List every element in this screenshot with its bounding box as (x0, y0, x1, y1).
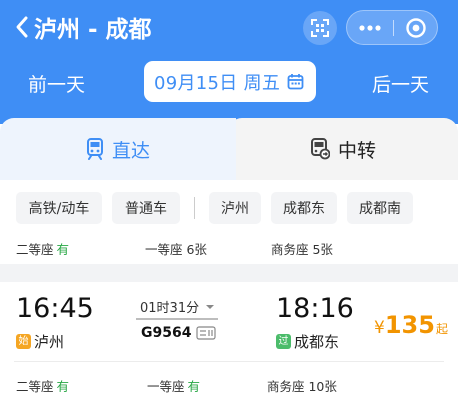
list-gap (0, 264, 458, 282)
summary-seat-second: 二等座有 (16, 239, 69, 258)
qr-scan-icon (311, 19, 329, 37)
filter-chip-station-luzhou[interactable]: 泸州 (209, 192, 261, 224)
transfer-train-icon (310, 138, 330, 160)
seat-label: 二等座 (16, 242, 54, 257)
arrive-time: 18:16 (276, 293, 354, 324)
mini-program-capsule (346, 10, 438, 45)
arrive-station: 过 成都东 (276, 331, 339, 352)
seat-label: 一等座 (147, 379, 185, 394)
tab-direct-label: 直达 (111, 139, 150, 162)
filter-divider (194, 197, 195, 219)
seat-label: 二等座 (16, 379, 54, 394)
duration[interactable]: 01时31分 (140, 297, 216, 316)
more-button[interactable] (347, 11, 393, 44)
depart-station: 始 泸州 (16, 331, 64, 352)
tab-transfer[interactable]: 中转 (228, 118, 458, 180)
seat-status: 有 (56, 379, 70, 394)
back-chevron-icon (16, 16, 28, 38)
duration-line (136, 318, 218, 320)
back-button[interactable]: 泸州 - 成都 (14, 10, 152, 44)
pass-tag: 过 (276, 334, 291, 349)
filter-chip-station-chengdu-east[interactable]: 成都东 (271, 192, 337, 224)
train-seat-first: 一等座有 (147, 376, 200, 395)
train-seat-business: 商务座 10张 (267, 379, 337, 394)
train-icon (86, 138, 103, 160)
duration-text: 01时31分 (140, 301, 200, 316)
caret-down-icon (206, 304, 215, 309)
price: ¥ 135 起 (374, 311, 448, 339)
summary-seat-first: 一等座 6张 (145, 242, 207, 257)
date-selector[interactable]: 09月15日 周五 (144, 61, 316, 102)
depart-time: 16:45 (16, 293, 94, 324)
page-title: 泸州 - 成都 (34, 17, 152, 43)
filter-chip-station-chengdu-south[interactable]: 成都南 (347, 192, 413, 224)
seat-status: 有 (56, 242, 70, 257)
route-tabs: 中转 直达 (0, 118, 458, 180)
calendar-icon (287, 74, 304, 90)
summary-seat-business: 商务座 5张 (271, 242, 333, 257)
e-ticket-icon (196, 326, 217, 340)
price-currency: ¥ (374, 318, 385, 338)
close-button[interactable] (394, 11, 438, 44)
train-number-text: G9564 (141, 325, 192, 341)
price-suffix: 起 (435, 322, 448, 336)
next-day-button[interactable]: 后一天 (372, 70, 429, 97)
filter-chip-high-speed[interactable]: 高铁/动车 (16, 192, 102, 224)
train-seat-second: 二等座有 (16, 376, 69, 395)
close-circle-icon (406, 17, 426, 38)
prev-day-button[interactable]: 前一天 (28, 70, 85, 97)
more-dots-icon (359, 24, 381, 31)
header-bar: 泸州 - 成都 前一天 09月15日 周五 后一天 (0, 0, 458, 124)
filter-bar: 高铁/动车 普通车 泸州 成都东 成都南 (0, 180, 458, 236)
start-tag: 始 (16, 334, 31, 349)
depart-station-name: 泸州 (34, 333, 65, 351)
train-number: G9564 (141, 325, 217, 341)
qr-scan-button[interactable] (303, 11, 337, 45)
tab-direct[interactable]: 直达 (0, 118, 236, 180)
card-divider (14, 361, 444, 362)
seat-status: 有 (187, 379, 201, 394)
price-amount: 135 (384, 311, 435, 339)
tab-transfer-label: 中转 (337, 139, 376, 162)
filter-chip-regular[interactable]: 普通车 (112, 192, 180, 224)
arrive-station-name: 成都东 (294, 333, 340, 351)
selected-date: 09月15日 周五 (154, 72, 281, 94)
